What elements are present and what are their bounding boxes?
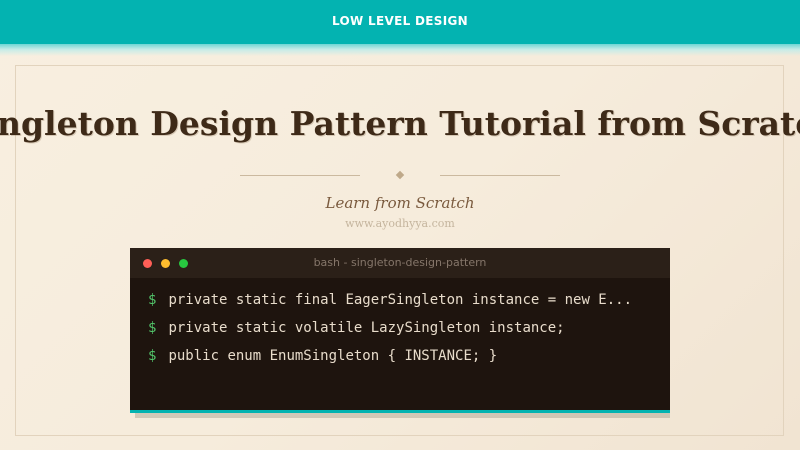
command-text: private static volatile LazySingleton in… (168, 320, 565, 336)
terminal-title: bash - singleton-design-pattern (313, 256, 487, 269)
terminal-line: $ private static final EagerSingleton ins… (148, 292, 632, 308)
terminal-line: $ public enum EnumSingleton { INSTANCE; } (148, 348, 497, 364)
site-url: www.ayodhyya.com (345, 217, 455, 230)
command-text: private static final EagerSingleton inst… (168, 292, 633, 308)
prompt-symbol: $ (148, 320, 157, 336)
divider-left-line (240, 175, 360, 176)
category-label: LOW LEVEL DESIGN (332, 14, 468, 28)
page-title: Singleton Design Pattern Tutorial from S… (0, 104, 800, 143)
terminal-line: $ private static volatile LazySingleton i… (148, 320, 565, 336)
terminal-titlebar: bash - singleton-design-pattern (130, 248, 670, 278)
subtitle: Learn from Scratch (325, 194, 475, 212)
terminal-window: bash - singleton-design-pattern $ private… (130, 248, 670, 413)
banner-glow (0, 44, 800, 56)
category-banner: LOW LEVEL DESIGN (0, 0, 800, 44)
prompt-symbol: $ (148, 292, 157, 308)
prompt-symbol: $ (148, 348, 157, 364)
command-text: public enum EnumSingleton { INSTANCE; } (168, 348, 498, 364)
divider-right-line (440, 175, 560, 176)
